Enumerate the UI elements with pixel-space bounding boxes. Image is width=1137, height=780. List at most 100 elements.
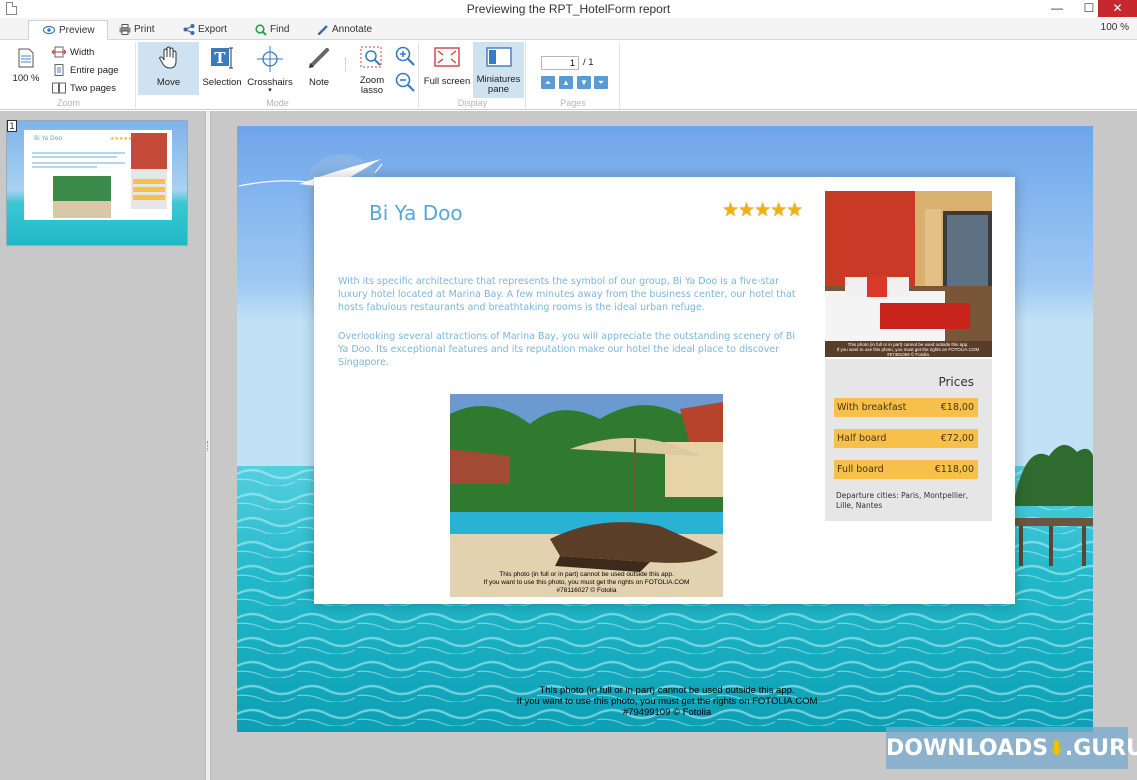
last-page-button[interactable]: ⏷	[594, 76, 608, 89]
departure-cities: Departure cities: Paris, Montpellier, Li…	[836, 491, 969, 510]
tab-label: Annotate	[332, 24, 373, 35]
prices-title: Prices	[938, 375, 974, 389]
close-button[interactable]: ✕	[1098, 0, 1137, 17]
tab-export[interactable]: Export	[182, 20, 227, 40]
hotel-card: Bi Ya Doo ★★★★★ With its specific archit…	[314, 177, 1015, 604]
note-label: Note	[308, 77, 330, 88]
page-thumbnail[interactable]: Bi Ya Doo ★★★★★	[6, 120, 188, 246]
double-up-arrow-icon: ⏶	[544, 78, 552, 87]
price-name: Full board	[837, 464, 884, 475]
move-button[interactable]: Move	[138, 42, 199, 95]
watermark-suffix: .GURU	[1064, 736, 1137, 761]
full-screen-button[interactable]: Full screen	[422, 42, 472, 95]
preview-area: Bi Ya Doo ★★★★★ With its specific archit…	[211, 111, 1137, 780]
zoom-out-icon	[395, 72, 415, 92]
width-arrows-icon	[51, 46, 67, 58]
printer-icon	[119, 24, 131, 35]
separator	[345, 58, 349, 72]
zoom-100-button[interactable]: 100 %	[6, 46, 46, 92]
zoom-lasso-button[interactable]: Zoom lasso	[355, 42, 389, 98]
background-photo-credit: This photo (in full or in part) cannot b…	[417, 685, 917, 718]
crosshairs-button[interactable]: Crosshairs ▾	[245, 42, 295, 100]
tab-annotate[interactable]: Annotate	[316, 20, 372, 40]
group-label-display: Display	[457, 98, 488, 108]
page-number-input[interactable]	[541, 56, 579, 70]
report-page: Bi Ya Doo ★★★★★ With its specific archit…	[237, 126, 1093, 732]
group-label-pages: Pages	[560, 98, 586, 108]
price-row: With breakfast €18,00	[834, 398, 978, 417]
credit-line: If you want to use this photo, you must …	[483, 579, 690, 586]
previous-page-button[interactable]: ▲	[559, 76, 573, 89]
thumbnail-title: Bi Ya Doo	[34, 135, 62, 142]
credit-line: If you want to use this photo, you must …	[516, 696, 818, 707]
credit-line: This photo (in full or in part) cannot b…	[499, 571, 674, 578]
page-icon	[18, 48, 34, 68]
price-row: Full board €118,00	[834, 460, 978, 479]
pages-group: / 1 ⏶ ▲ ▼ ⏷ Pages	[527, 42, 620, 108]
zoom-entire-page-label: Entire page	[70, 65, 119, 76]
crosshairs-icon	[257, 46, 283, 72]
move-label: Move	[156, 77, 181, 88]
svg-text:★★★★★: ★★★★★	[110, 136, 133, 142]
window-title: Previewing the RPT_HotelForm report	[466, 2, 671, 16]
price-name: With breakfast	[837, 402, 907, 413]
miniatures-pane-button[interactable]: Miniatures pane	[473, 42, 524, 98]
prices-panel: Prices With breakfast €18,00 Half board …	[825, 359, 992, 521]
ribbon: 100 % Width Entire page Two pages Zoom M…	[0, 40, 1137, 110]
zoom-level-readout: 100 %	[1100, 22, 1129, 33]
description-paragraph: Overlooking several attractions of Marin…	[338, 331, 796, 368]
price-value: €118,00	[934, 464, 974, 475]
room-credit-text: #57381059 © Fotolia	[887, 351, 929, 357]
share-icon	[183, 24, 195, 35]
lasso-zoom-icon	[360, 46, 384, 70]
tab-label: Preview	[59, 25, 95, 36]
magnifier-icon	[255, 24, 267, 36]
zoom-lasso-label-2: lasso	[360, 85, 384, 96]
tab-preview[interactable]: Preview	[28, 20, 108, 40]
pen-icon	[307, 46, 331, 70]
down-arrow-icon: ▼	[580, 78, 588, 87]
zoom-width-button[interactable]: Width	[51, 46, 132, 60]
watermark-logo: DOWNLOADS⬇.GURU	[886, 727, 1137, 769]
description-paragraph: With its specific architecture that repr…	[338, 276, 796, 313]
selection-button[interactable]: T Selection	[200, 42, 244, 95]
hotel-room-photo: This photo (in full or in part) cannot b…	[825, 191, 992, 357]
credit-line: #78116027 © Fotolia	[556, 587, 617, 594]
tab-label: Print	[134, 24, 155, 35]
tab-find[interactable]: Find	[254, 20, 289, 40]
dropdown-arrow-icon: ▾	[268, 87, 272, 94]
watermark-text: DOWNLOADS	[886, 736, 1049, 761]
credit-line: #79499109 © Fotolia	[622, 707, 712, 718]
miniatures-pane: Bi Ya Doo ★★★★★ 1	[0, 111, 205, 780]
full-screen-label: Full screen	[423, 76, 471, 87]
price-value: €18,00	[940, 402, 974, 413]
price-name: Half board	[837, 433, 887, 444]
next-page-button[interactable]: ▼	[577, 76, 591, 89]
pool-photo-credit: This photo (in full or in part) cannot b…	[450, 571, 723, 595]
tab-label: Find	[270, 24, 290, 35]
pool-photo: This photo (in full or in part) cannot b…	[450, 394, 723, 597]
miniatures-label-2: pane	[487, 84, 510, 95]
first-page-button[interactable]: ⏶	[541, 76, 555, 89]
display-group: Full screen Miniatures pane Display	[420, 42, 526, 108]
group-label-zoom: Zoom	[56, 98, 80, 108]
zoom-group: 100 % Width Entire page Two pages Zoom	[2, 42, 136, 108]
eye-icon	[42, 25, 56, 36]
hand-icon	[158, 46, 180, 70]
up-arrow-icon: ▲	[562, 78, 570, 87]
price-value: €72,00	[940, 433, 974, 444]
note-button[interactable]: Note	[301, 42, 337, 95]
zoom-out-button[interactable]	[394, 72, 416, 94]
bedroom-image: This photo (in full or in part) cannot b…	[825, 191, 992, 357]
zoom-in-button[interactable]	[394, 46, 416, 68]
minimize-button[interactable]: —	[1040, 0, 1074, 17]
page-fit-icon	[52, 64, 66, 76]
zoom-in-icon	[395, 46, 415, 66]
thumbnail-image: Bi Ya Doo ★★★★★	[7, 121, 187, 245]
zoom-width-label: Width	[70, 47, 95, 58]
full-screen-icon	[434, 47, 460, 67]
zoom-entire-page-button[interactable]: Entire page	[52, 64, 132, 78]
thumbnail-page-number: 1	[7, 120, 17, 132]
tab-print[interactable]: Print	[118, 20, 155, 40]
zoom-two-pages-button[interactable]: Two pages	[52, 82, 132, 96]
